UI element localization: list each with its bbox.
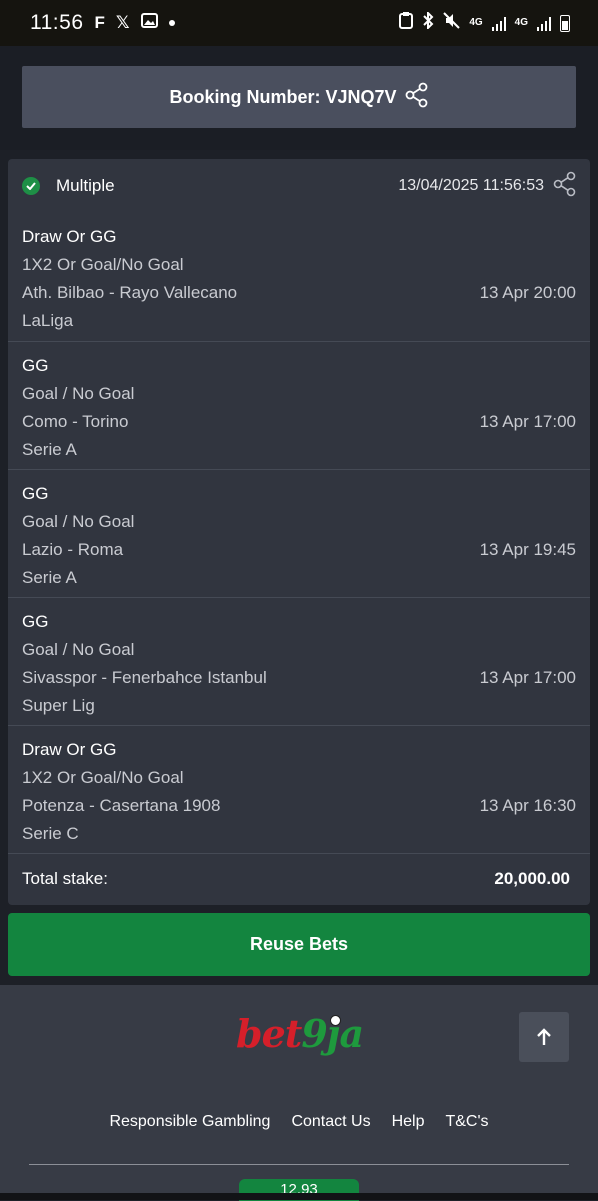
responsible-gambling-link[interactable]: Responsible Gambling [109, 1113, 270, 1131]
check-circle-icon [22, 177, 40, 195]
bet9ja-logo[interactable]: bet9ja [236, 1011, 364, 1056]
selection-kickoff: 13 Apr 17:00 [479, 668, 576, 687]
arrow-up-icon [537, 1028, 551, 1045]
selection-market: Goal / No Goal [22, 640, 135, 659]
scroll-to-top-button[interactable] [519, 1012, 569, 1062]
footer-links: Responsible Gambling Contact Us Help T&C… [0, 1113, 598, 1131]
share-icon[interactable] [553, 171, 577, 202]
gallery-notification-icon [140, 13, 158, 33]
selection-market: Goal / No Goal [22, 512, 135, 531]
battery-icon [560, 14, 570, 32]
clipboard-icon [399, 12, 414, 34]
terms-link[interactable]: T&C's [445, 1113, 488, 1131]
bluetooth-icon [422, 10, 434, 34]
selection-market: Goal / No Goal [22, 384, 135, 403]
selection-item: GG Goal / No Goal Lazio - Roma Serie A 1… [8, 470, 590, 598]
selection-kickoff: 13 Apr 16:30 [479, 796, 576, 815]
total-stake-value: 20,000.00 [494, 869, 570, 888]
signal-2-icon [537, 16, 551, 31]
status-left: 11:56 F 𝕏 [30, 11, 175, 35]
selection-league: Super Lig [22, 696, 95, 715]
bet-type: Multiple [56, 176, 115, 195]
reuse-bets-button[interactable]: Reuse Bets [8, 913, 590, 976]
signal-1-icon [491, 16, 506, 31]
booking-number-bar[interactable]: Booking Number: VJNQ7V [22, 66, 576, 128]
selection-league: Serie A [22, 568, 77, 587]
selection-kickoff: 13 Apr 17:00 [479, 412, 576, 431]
selection-league: Serie A [22, 440, 77, 459]
status-time: 11:56 [30, 11, 84, 34]
selection-market: 1X2 Or Goal/No Goal [22, 255, 184, 274]
ticket-header: Multiple 13/04/2025 11:56:53 [8, 159, 590, 213]
footer-divider [29, 1164, 569, 1165]
selection-pick: Draw Or GG [22, 740, 117, 759]
system-nav-bar [0, 1193, 598, 1200]
selection-item: GG Goal / No Goal Sivasspor - Fenerbahce… [8, 598, 590, 726]
selection-kickoff: 13 Apr 20:00 [479, 283, 576, 302]
more-notifications-icon [168, 20, 175, 26]
selection-league: LaLiga [22, 311, 74, 330]
network-type-1: 4G [469, 17, 483, 28]
selection-kickoff: 13 Apr 19:45 [479, 540, 576, 559]
total-stake-label: Total stake: [22, 869, 108, 888]
booking-header: Booking Number: VJNQ7V [0, 46, 598, 150]
bet-ticket-card: Multiple 13/04/2025 11:56:53 Draw Or GG … [8, 159, 590, 905]
total-stake-row: Total stake: 20,000.00 [8, 854, 590, 904]
selection-market: 1X2 Or Goal/No Goal [22, 768, 184, 787]
selection-pick: Draw Or GG [22, 227, 117, 246]
selection-pick: GG [22, 484, 49, 503]
selection-item: Draw Or GG 1X2 Or Goal/No Goal Potenza -… [8, 726, 590, 854]
selection-item: Draw Or GG 1X2 Or Goal/No Goal Ath. Bilb… [8, 213, 590, 342]
ticket-datetime: 13/04/2025 11:56:53 [398, 177, 544, 194]
x-notification-icon: 𝕏 [115, 13, 130, 32]
football-icon [330, 1015, 341, 1026]
selection-item: GG Goal / No Goal Como - Torino Serie A … [8, 342, 590, 470]
share-icon[interactable] [405, 82, 429, 113]
status-bar: 11:56 F 𝕏 4G 4G [0, 0, 598, 46]
flipboard-notification-icon: F [94, 13, 105, 32]
help-link[interactable]: Help [392, 1113, 425, 1131]
mute-icon [443, 12, 461, 34]
selection-pick: GG [22, 356, 49, 375]
contact-us-link[interactable]: Contact Us [291, 1113, 370, 1131]
status-right: 4G 4G [399, 10, 570, 34]
network-type-2: 4G [514, 17, 528, 28]
footer: bet9ja Responsible Gambling Contact Us H… [0, 985, 598, 1201]
selection-pick: GG [22, 612, 49, 631]
booking-number: Booking Number: VJNQ7V [169, 86, 397, 107]
selection-league: Serie C [22, 824, 79, 843]
